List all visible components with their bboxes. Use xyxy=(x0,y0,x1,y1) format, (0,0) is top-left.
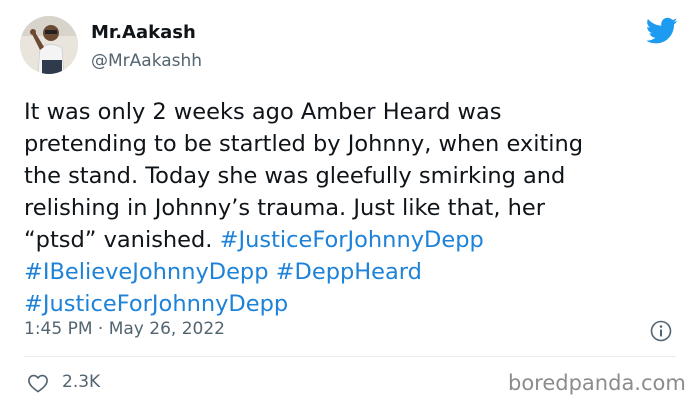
hashtag-link[interactable]: #DeppHeard xyxy=(276,259,422,285)
tweet-text-segment: pretending to be startled by Johnny, whe… xyxy=(24,131,584,157)
tweet-timestamp[interactable]: 1:45 PM · May 26, 2022 xyxy=(24,319,225,339)
avatar[interactable] xyxy=(20,16,78,74)
tweet-text-segment: relishing in Johnny’s trauma. Just like … xyxy=(24,195,546,221)
tweet-text-segment xyxy=(269,259,276,285)
hashtag-link[interactable]: #JusticeForJohnnyDepp xyxy=(220,227,484,253)
info-icon[interactable] xyxy=(650,320,672,342)
tweet-text-line: pretending to be startled by Johnny, whe… xyxy=(24,128,684,160)
tweet-text-line: the stand. Today she was gleefully smirk… xyxy=(24,160,684,192)
hashtag-link[interactable]: #JusticeForJohnnyDepp xyxy=(24,291,288,317)
heart-icon[interactable] xyxy=(27,373,49,393)
watermark: boredpanda.com xyxy=(508,371,686,395)
tweet-text-line: It was only 2 weeks ago Amber Heard was xyxy=(24,96,684,128)
tweet-text: It was only 2 weeks ago Amber Heard was p… xyxy=(24,96,684,320)
divider xyxy=(24,356,676,357)
user-handle[interactable]: @MrAakashh xyxy=(91,51,202,71)
tweet-text-line: #JusticeForJohnnyDepp xyxy=(24,288,684,320)
like-count[interactable]: 2.3K xyxy=(62,372,100,392)
tweet-text-line: relishing in Johnny’s trauma. Just like … xyxy=(24,192,684,224)
tweet-text-line: #IBelieveJohnnyDepp #DeppHeard xyxy=(24,256,684,288)
hashtag-link[interactable]: #IBelieveJohnnyDepp xyxy=(24,259,269,285)
twitter-bird-icon[interactable] xyxy=(646,17,678,45)
tweet-text-segment: “ptsd” vanished. xyxy=(24,227,220,253)
display-name[interactable]: Mr.Aakash xyxy=(91,22,196,43)
tweet-text-segment: the stand. Today she was gleefully smirk… xyxy=(24,163,566,189)
tweet-text-line: “ptsd” vanished. #JusticeForJohnnyDepp xyxy=(24,224,684,256)
avatar-image xyxy=(20,16,78,74)
tweet-text-segment: It was only 2 weeks ago Amber Heard was xyxy=(24,99,502,125)
